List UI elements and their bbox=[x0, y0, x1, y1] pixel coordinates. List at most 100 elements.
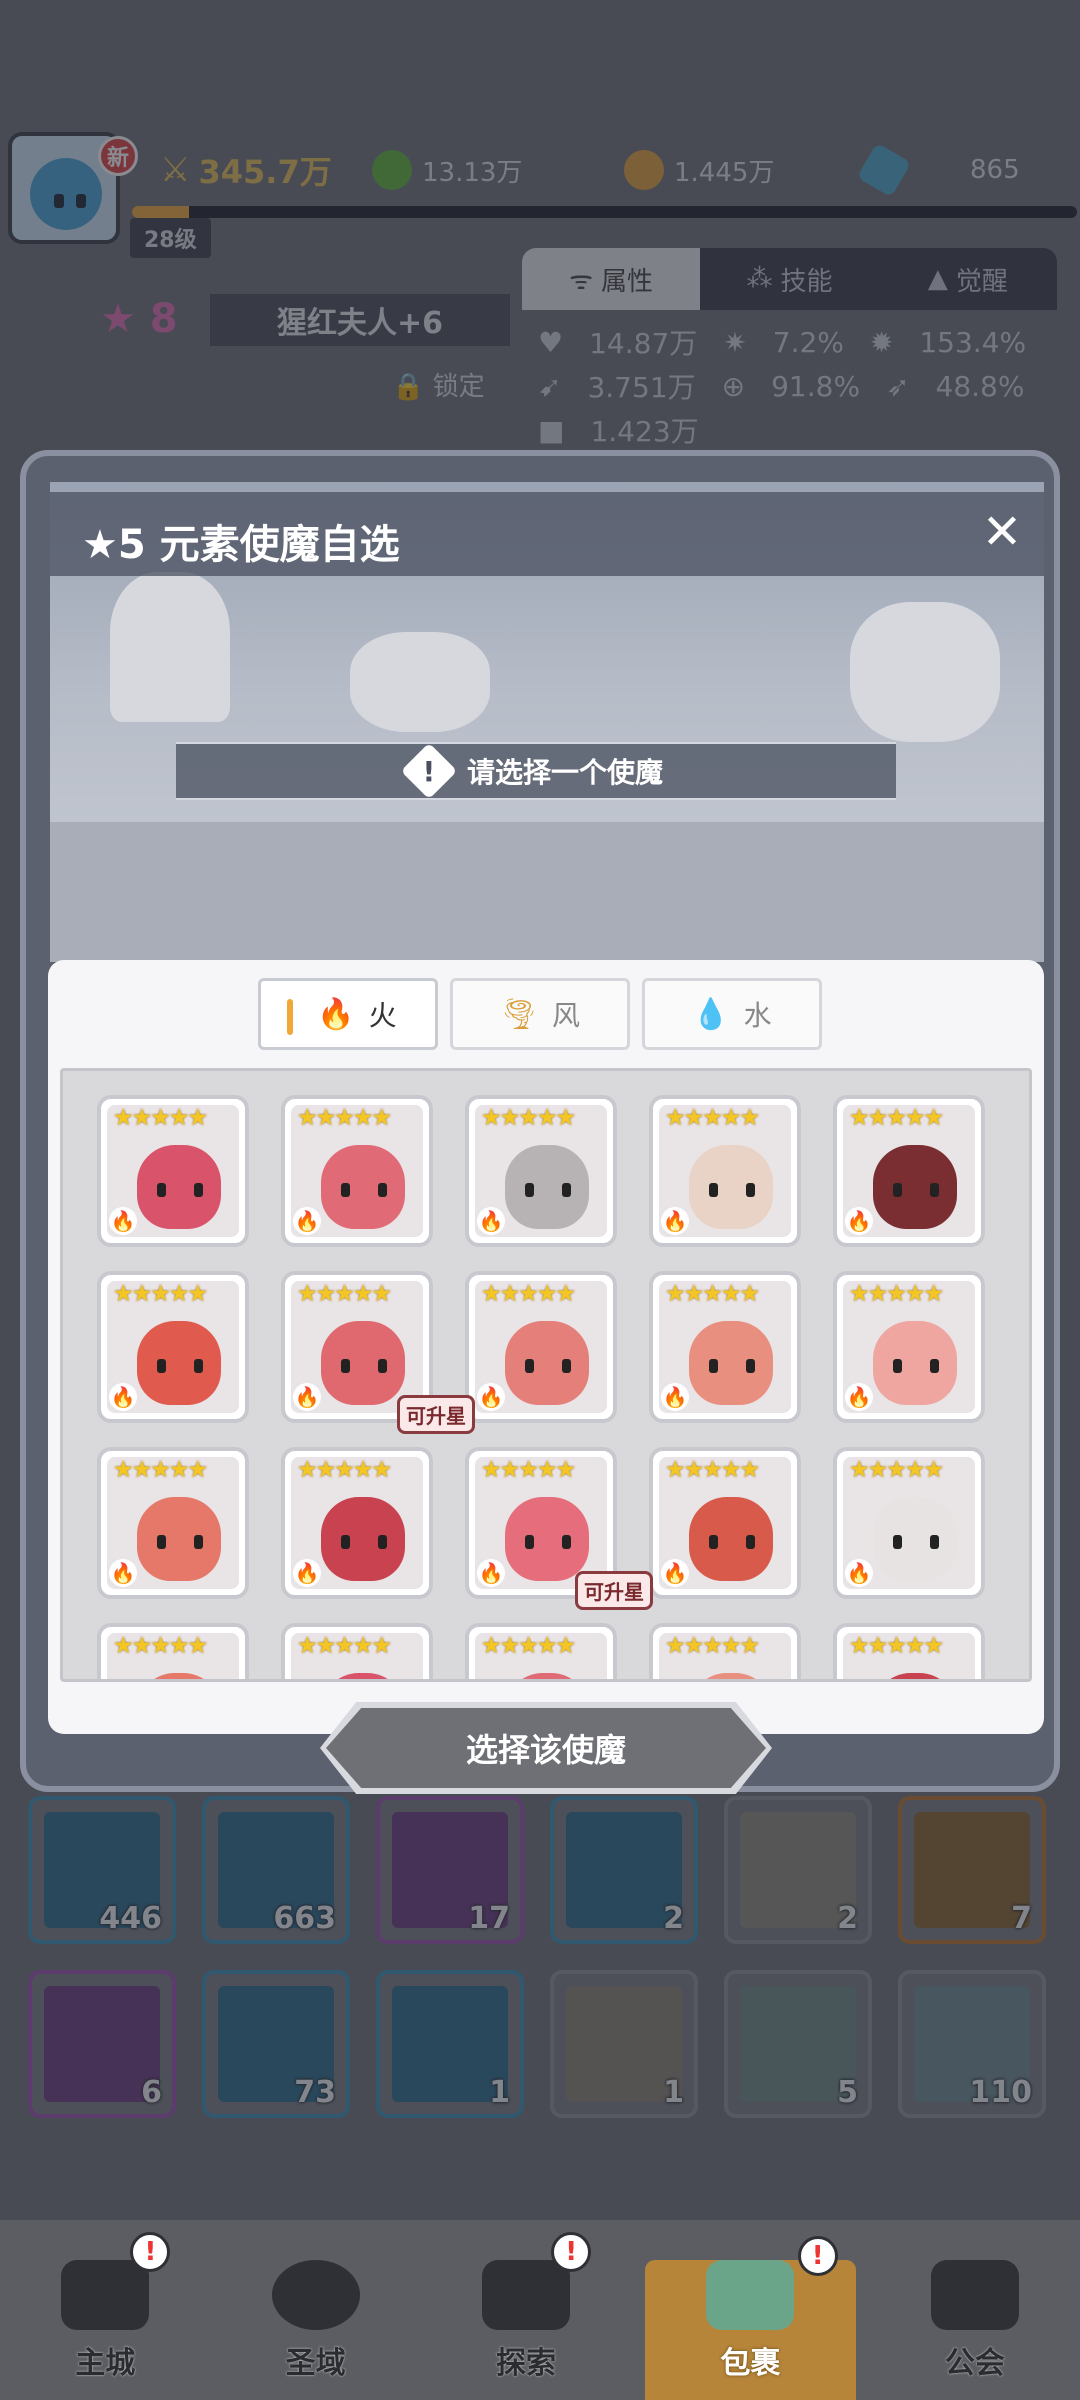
inventory-item[interactable]: 6 bbox=[28, 1970, 176, 2118]
inventory-item[interactable]: 2 bbox=[724, 1796, 872, 1944]
familiar-card[interactable]: ★★★★★🔥 bbox=[97, 1623, 249, 1679]
skills-icon: ⁂ bbox=[746, 264, 773, 294]
nav-bag[interactable]: 包裹 ! bbox=[645, 2236, 856, 2400]
familiar-eyes bbox=[341, 1359, 387, 1373]
familiar-card[interactable]: ★★★★★🔥 bbox=[465, 1095, 617, 1247]
inventory-item[interactable]: 7 bbox=[898, 1796, 1046, 1944]
inventory-item[interactable]: 446 bbox=[28, 1796, 176, 1944]
familiar-eyes bbox=[341, 1535, 387, 1549]
fire-icon: 🔥 bbox=[477, 1383, 505, 1411]
stat-row: ➹ 3.751万 ⊕ 91.8% ➶ 48.8% bbox=[538, 364, 1050, 408]
castle-icon bbox=[61, 2260, 150, 2330]
alert-badge: ! bbox=[130, 2232, 171, 2272]
familiar-card[interactable]: ★★★★★🔥 bbox=[281, 1447, 433, 1599]
fire-icon: 🔥 bbox=[661, 1207, 689, 1235]
nav-main-city[interactable]: 主城 ! bbox=[0, 2220, 210, 2400]
select-familiar-button[interactable]: 选择该使魔 bbox=[326, 1708, 766, 1788]
currency-green[interactable]: 13.13万 bbox=[372, 148, 522, 192]
wind-icon: 🌪 bbox=[499, 996, 539, 1032]
item-count: 663 bbox=[273, 1901, 336, 1936]
familiar-card[interactable]: ★★★★★🔥 bbox=[97, 1447, 249, 1599]
hero-star-level: ★ 8 bbox=[100, 296, 178, 342]
inventory-item[interactable]: 5 bbox=[724, 1970, 872, 2118]
stat-row: ■ 1.423万 bbox=[538, 408, 1050, 452]
nav-explore[interactable]: 探索 ! bbox=[421, 2220, 631, 2400]
familiar-card[interactable]: ★★★★★🔥 bbox=[833, 1271, 985, 1423]
alert-badge: ! bbox=[797, 2236, 838, 2276]
tab-attributes[interactable]: ᯤ 属性 bbox=[522, 248, 701, 310]
tab-fire[interactable]: 🔥 火 bbox=[258, 978, 438, 1050]
inventory-item[interactable]: 1 bbox=[376, 1970, 524, 2118]
alert-icon: ! bbox=[400, 742, 458, 800]
inventory-grid: 446 663 17 2 2 7 6 73 1 1 5 110 bbox=[28, 1796, 1046, 2118]
familiar-card[interactable]: ★★★★★🔥 bbox=[465, 1623, 617, 1679]
star-rating: ★★★★★ bbox=[297, 1633, 392, 1659]
familiar-card[interactable]: ★★★★★🔥 bbox=[833, 1447, 985, 1599]
currency-value: 13.13万 bbox=[422, 157, 523, 188]
familiar-card[interactable]: ★★★★★🔥 bbox=[465, 1271, 617, 1423]
nav-sanctuary[interactable]: 圣域 bbox=[210, 2220, 420, 2400]
alert-badge: ! bbox=[551, 2232, 592, 2272]
familiar-eyes bbox=[157, 1359, 203, 1373]
familiar-sprite bbox=[137, 1673, 221, 1679]
stat-value: 1.423万 bbox=[590, 415, 699, 448]
fire-icon: 🔥 bbox=[661, 1559, 689, 1587]
familiar-eyes bbox=[709, 1359, 755, 1373]
nav-label: 圣域 bbox=[285, 2346, 346, 2381]
inventory-item[interactable]: 17 bbox=[376, 1796, 524, 1944]
modal-title: ★5 元素使魔自选 bbox=[82, 522, 400, 568]
crit-damage-icon: ✹ bbox=[869, 325, 894, 359]
familiar-card[interactable]: ★★★★★🔥 bbox=[649, 1447, 801, 1599]
familiar-eyes bbox=[341, 1183, 387, 1197]
avatar-eye bbox=[76, 194, 86, 208]
accuracy-icon: ⊕ bbox=[721, 369, 746, 403]
star-rating: ★★★★★ bbox=[481, 1457, 576, 1483]
tab-skills[interactable]: ⁂ 技能 bbox=[700, 248, 878, 310]
familiar-card[interactable]: ★★★★★🔥 bbox=[97, 1271, 249, 1423]
familiar-card[interactable]: ★★★★★🔥 bbox=[649, 1095, 801, 1247]
familiar-eyes bbox=[893, 1535, 939, 1549]
nav-label: 探索 bbox=[496, 2346, 557, 2381]
star-rating: ★★★★★ bbox=[849, 1457, 944, 1483]
star-rating: ★★★★★ bbox=[297, 1457, 392, 1483]
tab-water[interactable]: 💧 水 bbox=[642, 978, 822, 1050]
familiar-grid-container[interactable]: ★★★★★ 🔥 ★★★★★ 🔥 ★★★★★ 🔥 ★★★★★ 🔥 ★★★★★ 🔥 ★★★★★ 🔥 ★★★★… bbox=[60, 1068, 1032, 1682]
attack-icon: ➹ bbox=[538, 369, 562, 403]
star-rating: ★★★★★ bbox=[665, 1281, 760, 1307]
tab-awaken[interactable]: ▲ 觉醒 bbox=[879, 248, 1057, 310]
vortex-icon bbox=[271, 2260, 360, 2330]
familiar-card[interactable]: ★★★★★🔥 bbox=[833, 1623, 985, 1679]
close-button[interactable]: ✕ bbox=[974, 504, 1030, 560]
inventory-item[interactable]: 2 bbox=[550, 1796, 698, 1944]
fire-icon: 🔥 bbox=[477, 1207, 505, 1235]
nav-guild[interactable]: 公会 bbox=[870, 2220, 1080, 2400]
speed-icon: ➶ bbox=[886, 369, 910, 403]
inventory-item[interactable]: 663 bbox=[202, 1796, 350, 1944]
currency-crystal[interactable]: 865 bbox=[856, 142, 1020, 198]
tab-wind[interactable]: 🌪 风 bbox=[450, 978, 630, 1050]
inventory-item[interactable]: 73 bbox=[202, 1970, 350, 2118]
star-rating: ★★★★★ bbox=[849, 1105, 944, 1131]
gold-coin-icon bbox=[624, 150, 664, 190]
lock-toggle[interactable]: 🔒 锁定 bbox=[392, 366, 485, 403]
currency-value: 865 bbox=[970, 155, 1020, 185]
familiar-card[interactable]: ★★★★★🔥 bbox=[649, 1623, 801, 1679]
item-count: 446 bbox=[99, 1901, 162, 1936]
familiar-eyes bbox=[709, 1535, 755, 1549]
familiar-eyes bbox=[709, 1183, 755, 1197]
item-count: 2 bbox=[663, 1901, 684, 1936]
lock-icon: 🔒 bbox=[392, 372, 425, 402]
alert-glyph: ! bbox=[422, 754, 436, 788]
familiar-card[interactable]: ★★★★★🔥 bbox=[281, 1623, 433, 1679]
fire-icon: 🔥 bbox=[293, 1207, 321, 1235]
inventory-item[interactable]: 1 bbox=[550, 1970, 698, 2118]
inventory-item[interactable]: 110 bbox=[898, 1970, 1046, 2118]
currency-gold[interactable]: 1.445万 bbox=[624, 148, 774, 192]
item-count: 7 bbox=[1011, 1901, 1032, 1936]
familiar-card[interactable]: ★★★★★🔥 bbox=[833, 1095, 985, 1247]
stat-value: 48.8% bbox=[935, 369, 1025, 403]
familiar-card[interactable]: ★★★★★🔥 bbox=[281, 1095, 433, 1247]
familiar-card[interactable]: ★★★★★🔥 bbox=[649, 1271, 801, 1423]
familiar-card[interactable]: ★★★★★🔥 bbox=[97, 1095, 249, 1247]
star-level-value: 8 bbox=[149, 296, 178, 342]
